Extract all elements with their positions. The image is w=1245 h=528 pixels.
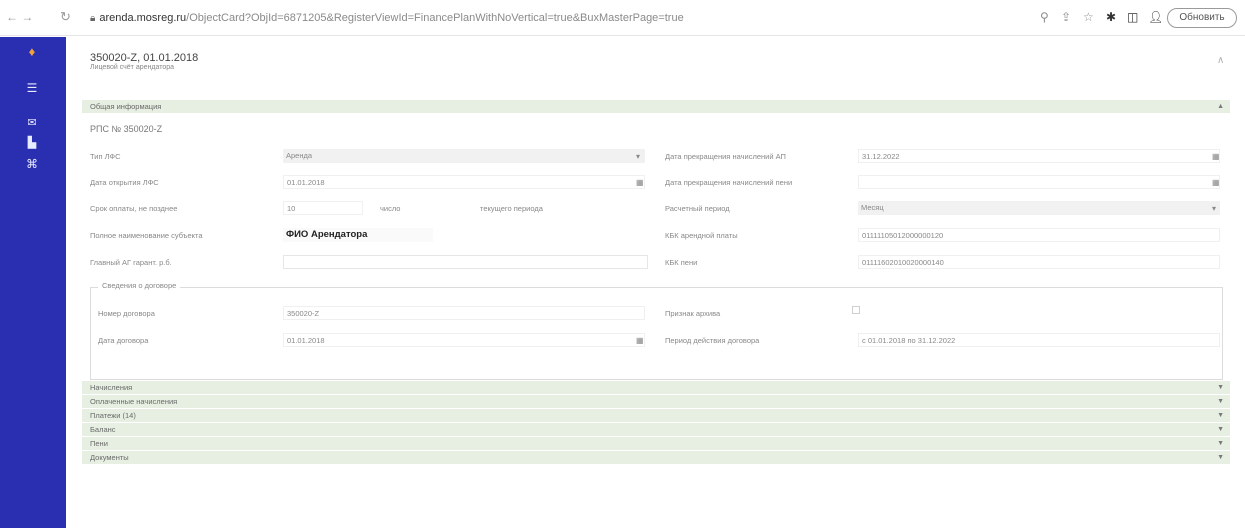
archive-checkbox[interactable] [852, 306, 860, 314]
calendar-icon[interactable]: ▦ [636, 336, 644, 346]
section-general[interactable]: Общая информация ▲ [82, 100, 1230, 113]
pay-term-period: текущего периода [480, 204, 543, 213]
calendar-icon[interactable]: ▦ [1212, 152, 1220, 162]
share-icon[interactable]: ⇪ [1061, 9, 1071, 25]
stop-accrual-input[interactable]: 31.12.2022 [858, 149, 1220, 163]
section-payments[interactable]: Оплаченные начисления ▼ [82, 395, 1230, 408]
star-icon[interactable]: ☆ [1083, 9, 1094, 25]
contract-period-value: с 01.01.2018 по 31.12.2022 [862, 336, 956, 345]
type-value: Аренда [286, 151, 313, 160]
tenant-inn-input[interactable] [283, 255, 648, 269]
address-bar[interactable]: 🔒︎ arenda.mosreg.ru/ObjectCard?ObjId=6871… [90, 8, 730, 28]
chevron-down-icon: ▼ [1217, 454, 1224, 461]
contract-legend: Сведения о договоре [98, 281, 181, 290]
kbk-rent-input[interactable]: 01111105012000000120 [858, 228, 1220, 242]
document-icon[interactable]: ▙ [20, 136, 44, 150]
tenant-name-value: ФИО Арендатора [286, 229, 368, 240]
stop-accrual-value: 31.12.2022 [862, 152, 900, 161]
stop-fine-label: Дата прекращения начислений пени [665, 178, 793, 187]
section-penalties[interactable]: Платежи (14) ▼ [82, 409, 1230, 422]
kbk-rent-value: 01111105012000000120 [862, 231, 944, 240]
url-path: /ObjectCard?ObjId=6871205&RegisterViewId… [186, 12, 684, 24]
section-general-label: Общая информация [90, 102, 162, 111]
update-button[interactable]: Обновить [1167, 8, 1237, 28]
kbk-fine-input[interactable]: 01111602010020000140 [858, 255, 1220, 269]
dropdown-arrow-icon[interactable]: ▾ [636, 152, 640, 162]
lock-icon: 🔒︎ [90, 13, 96, 24]
contract-date-input[interactable]: 01.01.2018 [283, 333, 645, 347]
chevron-down-icon: ▼ [1217, 384, 1224, 391]
section-accruals-label: Начисления [90, 383, 133, 392]
pay-term-value: 10 [287, 204, 296, 213]
chevron-down-icon: ▼ [1217, 412, 1224, 419]
menu-icon[interactable]: ☰ [20, 81, 44, 95]
section-accruals[interactable]: Начисления ▼ [82, 381, 1230, 394]
chevron-down-icon: ▼ [1217, 398, 1224, 405]
page-subtitle: Лицевой счёт арендатора [90, 64, 175, 71]
open-date-value: 01.01.2018 [287, 178, 325, 187]
contract-date-label: Дата договора [98, 336, 149, 345]
kbk-fine-value: 01111602010020000140 [862, 258, 944, 267]
kbk-fine-label: КБК пени [665, 258, 698, 267]
stop-fine-input[interactable] [858, 175, 1220, 189]
type-label: Тип ЛФС [90, 152, 121, 161]
section-balance-label: Баланс [90, 425, 116, 434]
section-payments-label: Оплаченные начисления [90, 397, 178, 406]
contract-date-value: 01.01.2018 [287, 336, 325, 345]
tenant-name-input[interactable]: ФИО Арендатора [283, 228, 433, 242]
sidepanel-icon[interactable]: ◫ [1127, 9, 1138, 25]
open-date-input[interactable]: 01.01.2018 [283, 175, 645, 189]
tenant-inn-label: Главный АГ гарант. р.б. [90, 258, 172, 267]
page-title: 350020-Z, 01.01.2018 [90, 52, 199, 64]
chevron-up-icon: ▲ [1217, 103, 1224, 110]
url-host: arenda.mosreg.ru [99, 12, 187, 24]
section-penalties-label: Платежи (14) [90, 411, 136, 420]
profile-icon[interactable]: 👤︎ [1148, 9, 1163, 25]
chevron-up-icon[interactable]: ∧ [1217, 55, 1224, 66]
tenant-name-label: Полное наименование субъекта [90, 231, 203, 240]
zoom-icon[interactable]: ⚲ [1040, 9, 1049, 25]
chevron-down-icon: ▼ [1217, 426, 1224, 433]
rpc-number: РПС № 350020-Z [90, 124, 163, 134]
contract-number-input[interactable]: 350020-Z [283, 306, 645, 320]
stop-accrual-label: Дата прекращения начислений АП [665, 152, 786, 161]
reload-icon[interactable]: ↻ [60, 10, 71, 24]
dropdown-arrow-icon[interactable]: ▾ [1212, 204, 1216, 214]
billing-period-select[interactable]: Месяц [858, 201, 1220, 215]
section-fines[interactable]: Пени ▼ [82, 437, 1230, 450]
browser-toolbar: ← → ↻ 🔒︎ arenda.mosreg.ru/ObjectCard?ObjI… [0, 0, 1245, 36]
user-avatar-icon[interactable]: ♦ [20, 45, 44, 59]
section-documents[interactable]: Документы ▼ [82, 451, 1230, 464]
extensions-icon[interactable]: ✱ [1106, 9, 1116, 25]
section-balance[interactable]: Баланс ▼ [82, 423, 1230, 436]
contract-period-label: Период действия договора [665, 336, 760, 345]
mail-icon[interactable]: ✉ [20, 116, 44, 130]
back-arrow-icon[interactable]: ← → [6, 10, 33, 24]
grid-icon[interactable]: ⌘ [20, 157, 44, 171]
calendar-icon[interactable]: ▦ [1212, 178, 1220, 188]
archive-label: Признак архива [665, 309, 721, 318]
left-sidebar: ♦ ☰ ✉ ▙ ⌘ [0, 37, 66, 528]
pay-term-input[interactable]: 10 [283, 201, 363, 215]
contract-number-value: 350020-Z [287, 309, 320, 318]
contract-number-label: Номер договора [98, 309, 155, 318]
calendar-icon[interactable]: ▦ [636, 178, 644, 188]
contract-period-input[interactable]: с 01.01.2018 по 31.12.2022 [858, 333, 1220, 347]
billing-period-value: Месяц [861, 203, 884, 212]
pay-term-label: Срок оплаты, не позднее [90, 204, 178, 213]
chevron-down-icon: ▼ [1217, 440, 1224, 447]
open-date-label: Дата открытия ЛФС [90, 178, 159, 187]
kbk-rent-label: КБК арендной платы [665, 231, 738, 240]
billing-period-label: Расчетный период [665, 204, 730, 213]
type-select[interactable]: Аренда [283, 149, 645, 163]
pay-term-unit: число [380, 204, 401, 213]
section-fines-label: Пени [90, 439, 108, 448]
section-documents-label: Документы [90, 453, 129, 462]
